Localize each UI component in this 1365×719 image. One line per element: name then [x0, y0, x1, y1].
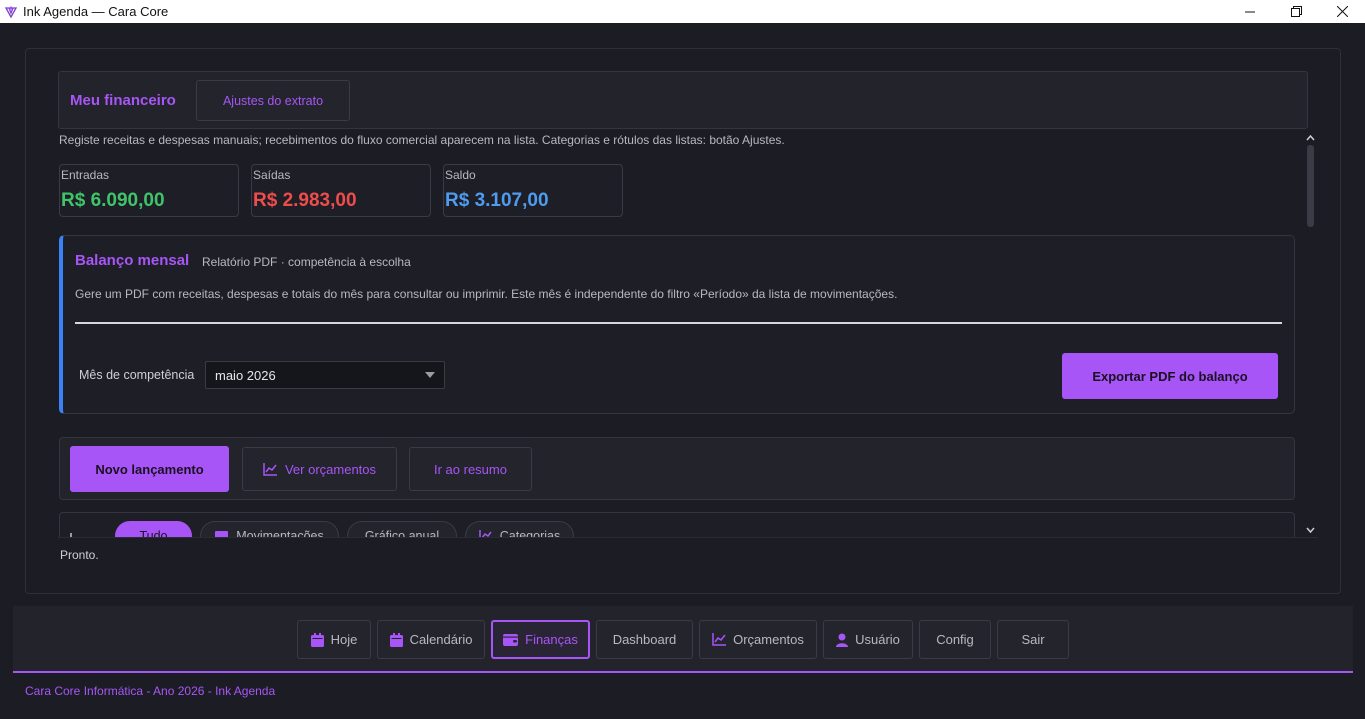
stat-label: Saídas	[253, 168, 291, 182]
nav-config[interactable]: Config	[919, 620, 991, 659]
nav-usuario[interactable]: Usuário	[823, 620, 913, 659]
calendar-icon	[310, 632, 324, 647]
mes-select-value: maio 2026	[215, 367, 276, 383]
ver-orcamentos-button[interactable]: Ver orçamentos	[242, 447, 397, 491]
chevron-down-icon	[425, 372, 435, 378]
close-button[interactable]	[1319, 0, 1365, 23]
stat-value: R$ 3.107,00	[445, 190, 549, 211]
ir-resumo-button[interactable]: Ir ao resumo	[409, 447, 532, 491]
divider	[75, 322, 1282, 324]
footer-text: Cara Core Informática - Ano 2026 - Ink A…	[25, 684, 276, 698]
window-titlebar: Ink Agenda — Cara Core	[0, 0, 1365, 23]
nav-label: Dashboard	[612, 632, 677, 647]
nav-label: Usuário	[855, 632, 900, 647]
scroll-up-button[interactable]	[1305, 133, 1315, 143]
header-card: Meu financeiro Ajustes do extrato	[58, 71, 1308, 129]
page-hint: Registe receitas e despesas manuais; rec…	[59, 133, 785, 147]
stat-value: R$ 6.090,00	[61, 190, 165, 211]
scroll-area[interactable]: Meu financeiro Ajustes do extrato Regist…	[58, 71, 1320, 537]
nav-label: Calendário	[409, 632, 473, 647]
nav-label: Orçamentos	[733, 632, 804, 647]
tab-label: Gráfico anual	[364, 529, 440, 537]
chart-icon	[479, 530, 492, 537]
mes-label: Mês de competência	[79, 368, 195, 382]
export-pdf-button[interactable]: Exportar PDF do balanço	[1062, 353, 1278, 399]
ajustes-button[interactable]: Ajustes do extrato	[196, 80, 350, 121]
tabs-card: Tudo Movimentações Gráfico anual Categor…	[59, 512, 1295, 537]
nav-label: Hoje	[330, 632, 358, 647]
nav-hoje[interactable]: Hoje	[297, 620, 371, 659]
balanco-description: Gere um PDF com receitas, despesas e tot…	[75, 287, 898, 301]
stat-label: Saldo	[445, 168, 476, 182]
chart-icon	[712, 633, 727, 646]
mes-select[interactable]: maio 2026	[205, 361, 445, 389]
tab-movimentacoes[interactable]: Movimentações	[200, 521, 339, 537]
close-icon	[1336, 6, 1348, 17]
balanco-subtitle: Relatório PDF · competência à escolha	[202, 255, 411, 269]
minimize-button[interactable]	[1227, 0, 1273, 23]
nav-calendario[interactable]: Calendário	[377, 620, 485, 659]
nav-label: Finanças	[525, 632, 578, 647]
app-logo-icon	[4, 5, 18, 19]
tab-tudo[interactable]: Tudo	[115, 521, 192, 537]
stat-value: R$ 2.983,00	[253, 190, 357, 211]
stat-entradas: Entradas R$ 6.090,00	[59, 164, 239, 217]
tab-grafico-anual[interactable]: Gráfico anual	[347, 521, 457, 537]
nav-dashboard[interactable]: Dashboard	[596, 620, 693, 659]
balanco-card: Balanço mensal Relatório PDF · competênc…	[59, 235, 1295, 414]
tab-label: Tudo	[139, 529, 168, 537]
chevron-up-icon	[1305, 135, 1315, 141]
restore-button[interactable]	[1273, 0, 1319, 23]
balanco-title: Balanço mensal	[75, 252, 190, 269]
scrollbar-thumb[interactable]	[1307, 145, 1314, 227]
novo-lancamento-button[interactable]: Novo lançamento	[70, 446, 229, 492]
status-text: Pronto.	[60, 548, 99, 562]
chevron-down-icon	[1305, 527, 1315, 533]
nav-orcamentos[interactable]: Orçamentos	[699, 620, 817, 659]
ver-orcamentos-label: Ver orçamentos	[284, 461, 377, 477]
user-icon	[836, 633, 849, 647]
page-title: Meu financeiro	[70, 92, 176, 109]
scroll-down-button[interactable]	[1305, 525, 1315, 535]
stat-saidas: Saídas R$ 2.983,00	[251, 164, 431, 217]
tab-label: Movimentações	[236, 529, 324, 537]
stat-label: Entradas	[61, 168, 110, 182]
calendar-icon	[389, 632, 403, 647]
divider	[58, 537, 1318, 538]
wallet-icon	[503, 634, 519, 646]
actions-bar: Novo lançamento Ver orçamentos Ir ao res…	[59, 437, 1295, 500]
nav-sair[interactable]: Sair	[997, 620, 1069, 659]
restore-icon	[1290, 6, 1302, 17]
minimize-icon	[1245, 11, 1255, 12]
stat-saldo: Saldo R$ 3.107,00	[443, 164, 623, 217]
bottom-nav: Hoje Calendário Finanças Dashboard Orçam…	[13, 606, 1353, 673]
tab-label: Categorias	[499, 529, 561, 537]
chart-icon	[263, 462, 277, 476]
nav-financas[interactable]: Finanças	[491, 620, 590, 659]
window-title: Ink Agenda — Cara Core	[23, 4, 169, 19]
nav-label: Sair	[1021, 632, 1045, 647]
tab-categorias[interactable]: Categorias	[465, 521, 574, 537]
nav-label: Config	[936, 632, 974, 647]
